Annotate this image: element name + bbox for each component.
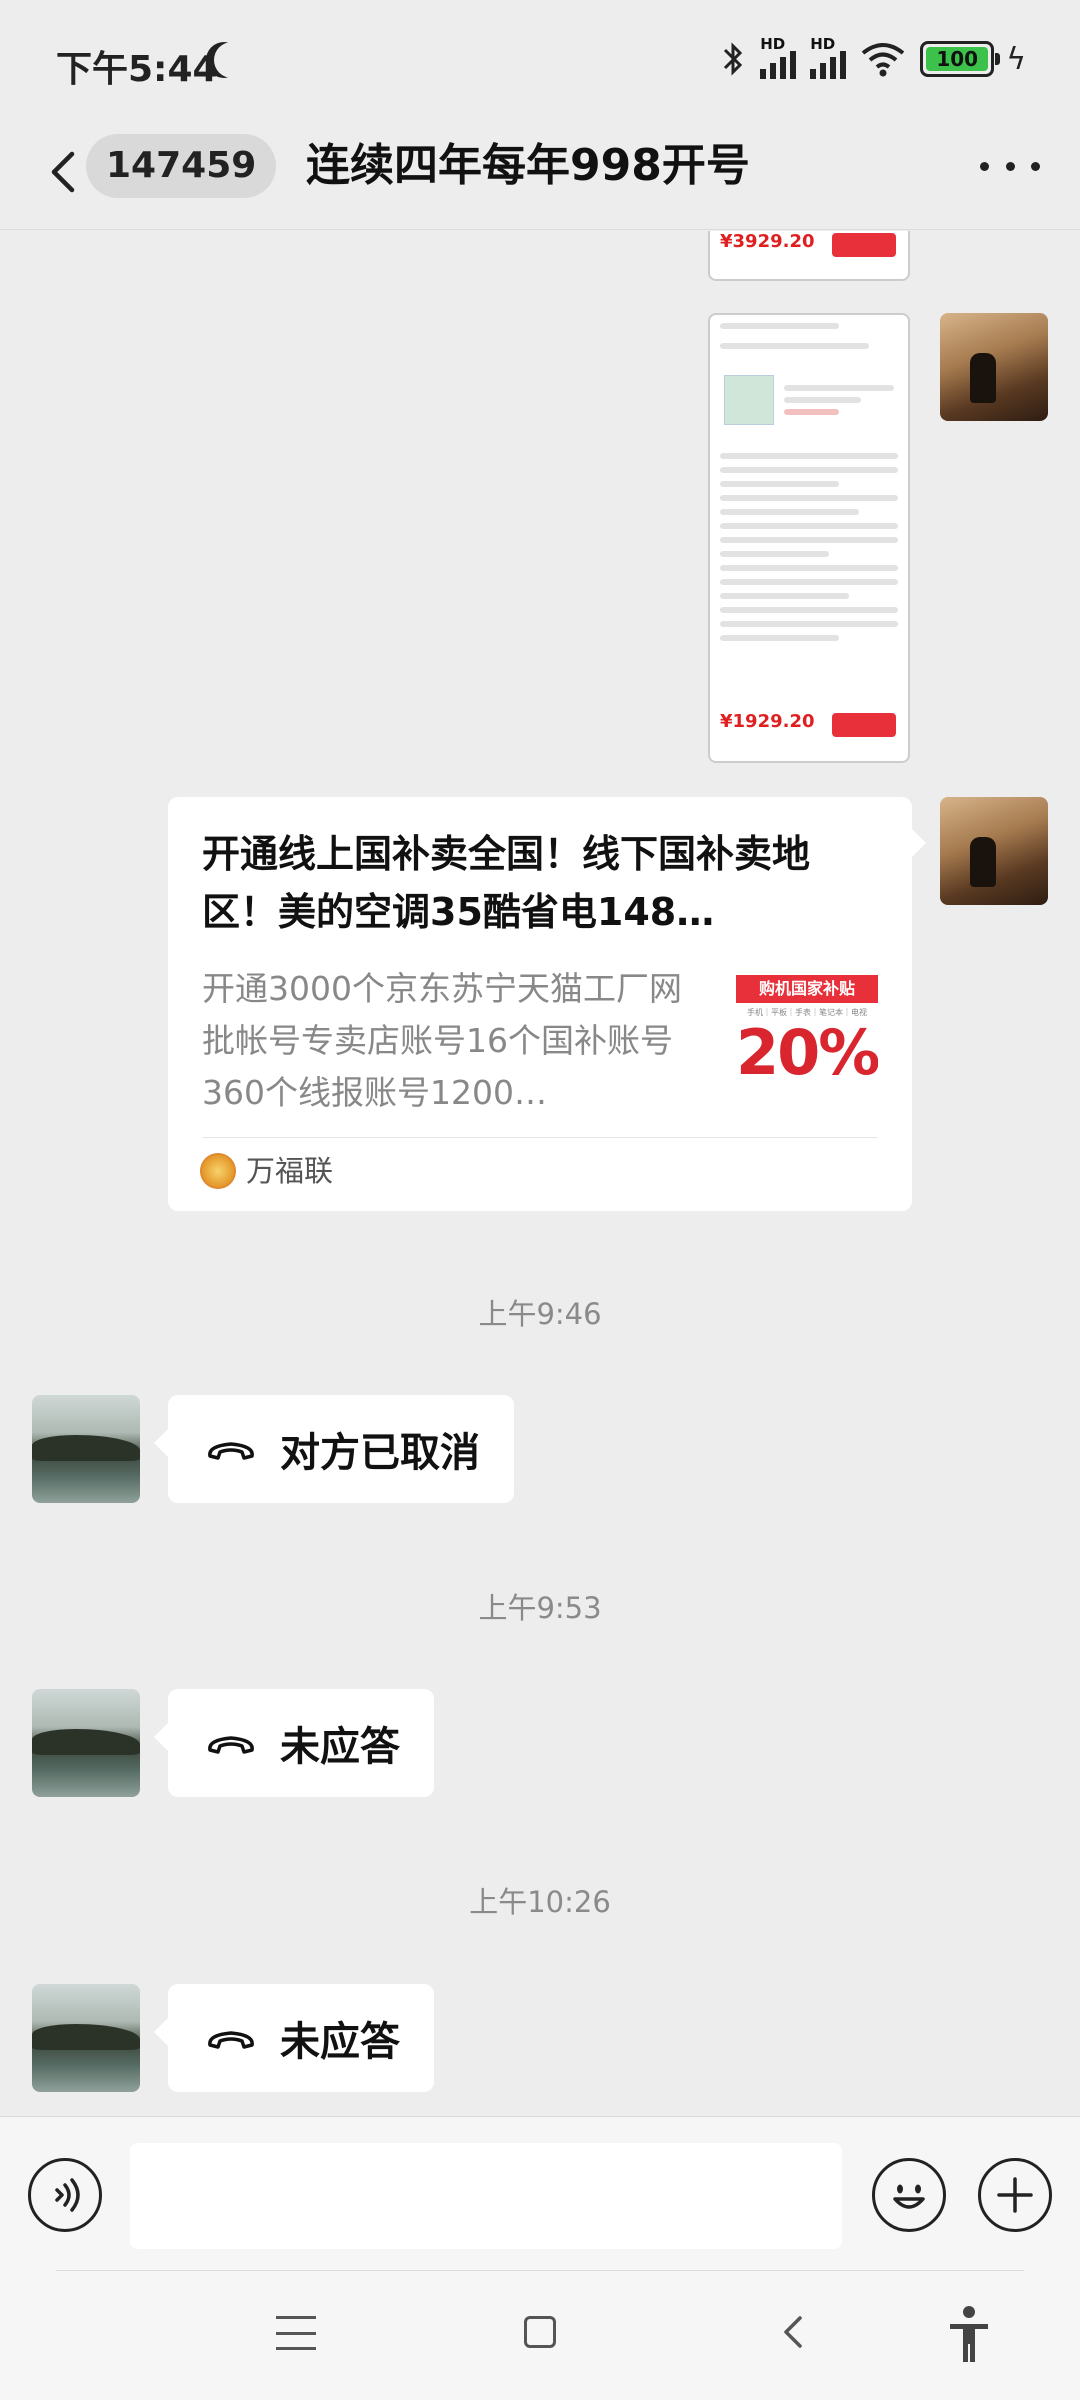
image-message-2[interactable]: ¥1929.20 (708, 313, 910, 763)
timestamp: 上午9:46 (478, 1297, 602, 1331)
moon-icon (214, 42, 250, 78)
image-message-1[interactable]: ¥3929.20 (708, 231, 910, 281)
avatar[interactable] (32, 1395, 140, 1503)
chat-header: 147459 连续四年每年998开号 (0, 120, 1080, 230)
source-logo-icon (200, 1153, 236, 1189)
signal-icon-2: HD (810, 35, 847, 79)
avatar[interactable] (32, 1689, 140, 1797)
chevron-left-icon[interactable] (40, 142, 90, 202)
timestamp: 上午10:26 (469, 1885, 611, 1919)
divider (56, 2270, 1024, 2271)
network-label: HD (760, 35, 786, 53)
call-status: 未应答 (280, 2019, 400, 2065)
image-buy-button-2 (832, 713, 896, 737)
status-icons: HD HD 100 ϟ (720, 35, 1026, 82)
call-message[interactable]: 未应答 (154, 1984, 434, 2092)
phone-hangup-icon (208, 2031, 254, 2049)
plus-icon[interactable] (978, 2158, 1052, 2232)
emoji-icon[interactable] (872, 2158, 946, 2232)
smile-face (893, 2184, 925, 2209)
avatar[interactable] (940, 797, 1048, 905)
call-status: 未应答 (280, 1724, 400, 1770)
more-dots-icon[interactable] (980, 156, 1040, 176)
chat-messages[interactable]: ¥3929.20 ¥1929.20 开通线上国补卖全国！线下国补卖地区！美的空调… (0, 231, 1080, 2115)
signal-icon: HD (760, 35, 797, 79)
phone-hangup-icon (208, 1442, 254, 1460)
image-price-1: ¥3929.20 (720, 231, 815, 252)
call-message[interactable]: 未应答 (154, 1689, 434, 1797)
network-label-2: HD (810, 35, 836, 53)
battery-icon: 100 (920, 41, 1001, 77)
card-thumb-band: 购机国家补贴 (736, 975, 878, 1003)
voice-icon[interactable] (28, 2158, 102, 2232)
accessibility-icon[interactable] (944, 2304, 994, 2364)
avatar[interactable] (940, 313, 1048, 421)
card-thumb-percent: 20% (736, 1016, 878, 1089)
avatar[interactable] (32, 1984, 140, 2092)
system-nav-bar (0, 2272, 1080, 2400)
voice-waves (55, 2178, 80, 2212)
bluetooth-icon (724, 42, 743, 76)
wifi-icon (861, 43, 905, 77)
image-price-2: ¥1929.20 (720, 711, 815, 732)
message-input[interactable] (130, 2143, 842, 2249)
charging-icon: ϟ (1006, 41, 1026, 77)
card-divider (202, 1137, 878, 1138)
status-time: 下午5:44 (56, 49, 218, 90)
link-card[interactable]: 开通线上国补卖全国！线下国补卖地区！美的空调35酷省电148… 开通3000个京… (168, 797, 926, 1211)
timestamp: 上午9:53 (478, 1591, 602, 1625)
home-icon[interactable] (524, 2316, 556, 2348)
phone-hangup-icon (208, 1736, 254, 1754)
menu-icon[interactable] (276, 2316, 316, 2350)
nav-back-icon[interactable] (776, 2312, 812, 2352)
card-description: 开通3000个京东苏宁天猫工厂网批帐号专卖店账号16个国补账号360个线报账号1… (202, 969, 682, 1112)
call-status: 对方已取消 (280, 1430, 480, 1476)
call-message[interactable]: 对方已取消 (154, 1395, 514, 1503)
image-buy-button-1 (832, 233, 896, 257)
card-source: 万福联 (246, 1154, 334, 1188)
chat-title: 连续四年每年998开号 (306, 140, 750, 191)
input-bar (0, 2116, 1080, 2272)
battery-level: 100 (926, 47, 989, 71)
card-title: 开通线上国补卖全国！线下国补卖地区！美的空调35酷省电148… (202, 832, 811, 934)
product-thumbnail (724, 375, 774, 425)
card-thumbnail: 购机国家补贴 手机｜平板｜手表｜笔记本｜电视 20% (736, 969, 878, 1111)
plus-cross (997, 2177, 1033, 2213)
unread-count-badge[interactable]: 147459 (86, 134, 277, 198)
status-bar: 下午5:44 HD HD 100 ϟ (0, 0, 1080, 120)
